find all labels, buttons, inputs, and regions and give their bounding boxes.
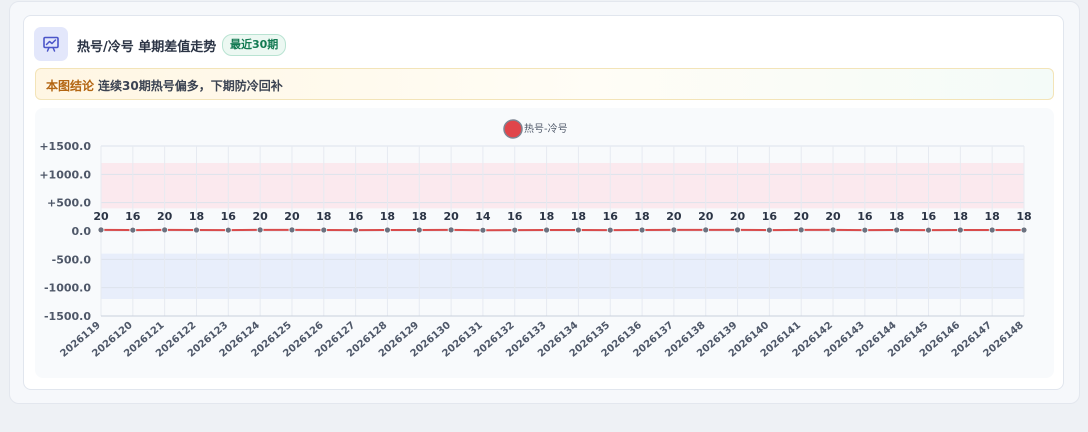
data-label: 20 — [157, 210, 173, 223]
data-point — [288, 226, 296, 234]
data-label: 20 — [666, 210, 682, 223]
data-point — [224, 226, 232, 234]
data-point — [925, 226, 932, 234]
data-label: 18 — [1016, 210, 1031, 223]
data-label: 20 — [443, 210, 459, 223]
y-tick-label: +1500.0 — [39, 140, 91, 153]
data-label: 18 — [953, 210, 968, 223]
data-label: 16 — [857, 210, 873, 223]
data-label: 16 — [348, 210, 364, 223]
y-tick-label: -1000.0 — [44, 282, 91, 295]
data-label: 16 — [125, 210, 141, 223]
data-label: 20 — [730, 210, 746, 223]
legend-marker — [503, 119, 523, 139]
data-label: 18 — [412, 210, 427, 223]
data-point — [893, 226, 901, 234]
data-point — [352, 226, 360, 234]
data-point — [447, 226, 455, 234]
data-label: 16 — [221, 210, 237, 223]
data-point — [479, 226, 487, 234]
data-label: 20 — [252, 210, 268, 223]
data-label: 18 — [571, 210, 586, 223]
data-point — [734, 226, 741, 234]
data-label: 18 — [985, 210, 1000, 223]
data-point — [129, 226, 137, 234]
data-point — [161, 226, 169, 234]
data-label: 18 — [316, 210, 331, 223]
data-point — [320, 226, 328, 234]
data-point — [638, 226, 646, 234]
data-label: 20 — [698, 210, 714, 223]
data-point — [988, 226, 996, 234]
data-point — [670, 226, 678, 234]
y-tick-label: +1000.0 — [39, 168, 91, 181]
data-label: 20 — [825, 210, 841, 223]
y-tick-label: -1500.0 — [44, 310, 91, 323]
data-point — [384, 226, 391, 234]
data-point — [543, 226, 550, 234]
line-chart: +1500.0 +1000.0 +500.0 0.0 -500.0 -1000.0 -150… — [39, 119, 1032, 360]
data-point — [765, 226, 773, 234]
data-point — [861, 226, 869, 234]
data-point — [829, 226, 837, 234]
data-label: 18 — [539, 210, 554, 223]
data-label: 20 — [794, 210, 810, 223]
y-tick-label: 0.0 — [72, 225, 92, 238]
data-label: 16 — [507, 210, 523, 223]
data-label: 18 — [380, 210, 395, 223]
data-label: 16 — [603, 210, 619, 223]
data-label: 20 — [93, 210, 109, 223]
data-label: 16 — [921, 210, 937, 223]
data-point — [702, 226, 710, 234]
data-point — [193, 226, 200, 234]
data-point — [97, 226, 105, 234]
data-point — [256, 226, 264, 234]
hot-zone-band — [101, 163, 1024, 209]
data-point — [415, 226, 423, 234]
data-label: 18 — [634, 210, 649, 223]
data-point — [956, 226, 964, 234]
data-point — [797, 226, 805, 234]
data-point — [1020, 226, 1028, 234]
data-label: 20 — [284, 210, 300, 223]
y-tick-label: -500.0 — [52, 253, 92, 266]
data-label: 18 — [889, 210, 904, 223]
data-point — [606, 226, 614, 234]
data-label: 16 — [762, 210, 778, 223]
data-label: 14 — [475, 210, 491, 223]
data-label: 18 — [189, 210, 204, 223]
data-point — [575, 226, 582, 234]
y-tick-label: +500.0 — [47, 197, 91, 210]
data-point — [511, 226, 519, 234]
legend-label: 热号-冷号 — [524, 122, 568, 135]
cold-zone-band — [101, 253, 1024, 299]
